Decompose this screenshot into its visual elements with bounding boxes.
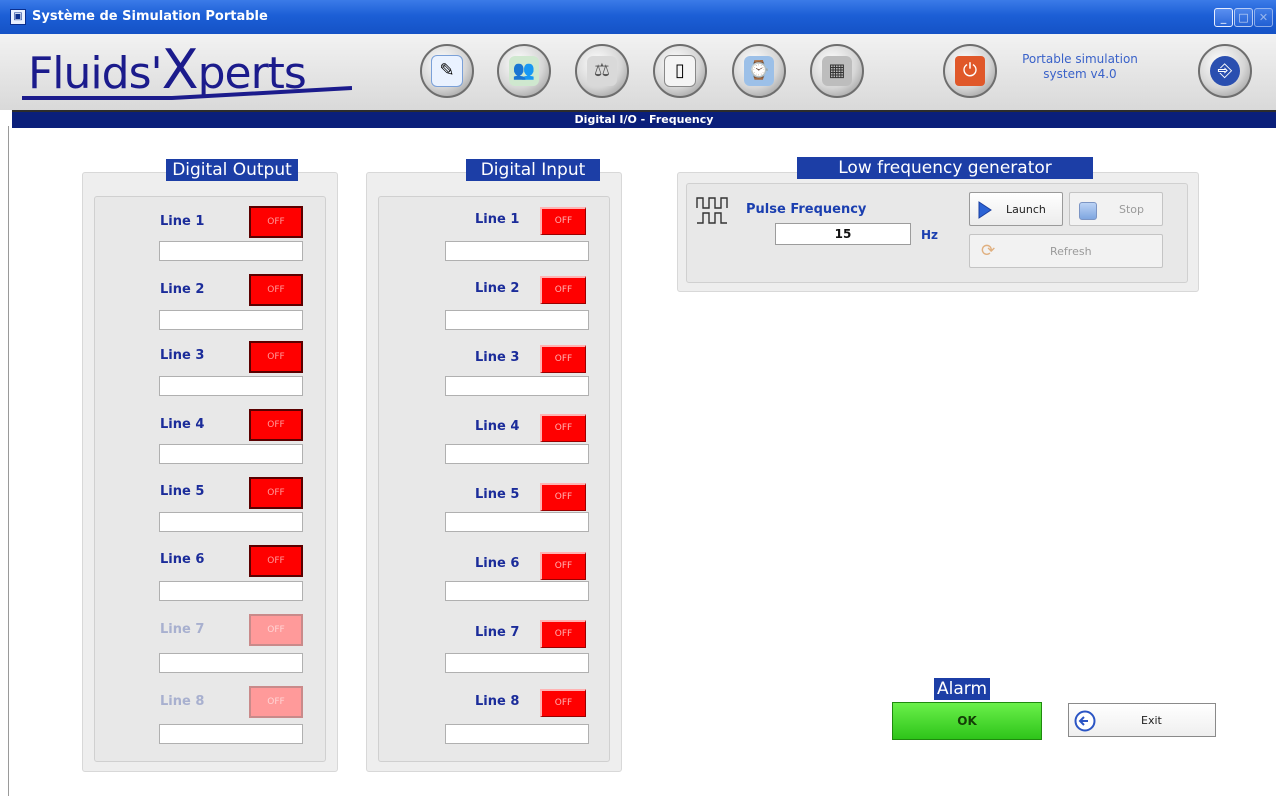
input-line-6-field (445, 581, 589, 601)
app-header: Fluids'Xperts ✎ 👥 ⚖ ▯ ⌚ ▦ ⏻ Portable sim… (0, 34, 1276, 110)
calculator-icon[interactable]: ▦ (810, 44, 864, 98)
pulse-frequency-label: Pulse Frequency (746, 202, 867, 217)
input-line-5-indicator: OFF (540, 483, 586, 511)
input-line-8-label: Line 8 (475, 694, 520, 709)
input-line-8-indicator: OFF (540, 689, 586, 717)
output-line-2-label: Line 2 (160, 282, 205, 297)
frequency-input[interactable]: 15 (775, 223, 911, 245)
output-line-5-field[interactable] (159, 512, 303, 532)
help-device-icon[interactable]: ⎆ (1198, 44, 1252, 98)
input-line-3-indicator: OFF (540, 345, 586, 373)
play-icon (978, 201, 992, 219)
refresh-button[interactable]: ⟳ Refresh (969, 234, 1163, 268)
pulse-wave-icon (696, 197, 728, 224)
left-divider (8, 126, 9, 796)
output-line-5-label: Line 5 (160, 484, 205, 499)
input-line-8-field (445, 724, 589, 744)
output-line-1-toggle[interactable]: OFF (249, 206, 303, 238)
output-line-3-toggle[interactable]: OFF (249, 341, 303, 373)
output-line-1-field[interactable] (159, 241, 303, 261)
input-line-4-field (445, 444, 589, 464)
minimize-button[interactable]: _ (1214, 8, 1233, 27)
logo-swoosh (22, 86, 352, 100)
input-line-2-indicator: OFF (540, 276, 586, 304)
input-line-3-label: Line 3 (475, 350, 520, 365)
back-arrow-icon (1074, 710, 1096, 732)
input-line-7-indicator: OFF (540, 620, 586, 648)
refresh-label: Refresh (1050, 245, 1092, 258)
switch-icon[interactable]: ▯ (653, 44, 707, 98)
exit-button[interactable]: Exit (1068, 703, 1216, 737)
input-line-4-indicator: OFF (540, 414, 586, 442)
digital-input-title: Digital Input (466, 159, 600, 181)
alarm-status: OK (892, 702, 1042, 740)
stop-label: Stop (1119, 203, 1145, 216)
output-line-4-field[interactable] (159, 444, 303, 464)
output-line-8-field (159, 724, 303, 744)
launch-label: Launch (1006, 203, 1046, 216)
alarm-title: Alarm (934, 678, 990, 700)
input-line-1-indicator: OFF (540, 207, 586, 235)
input-line-6-indicator: OFF (540, 552, 586, 580)
version-text: Portable simulation system v4.0 (1022, 52, 1138, 81)
output-line-8-toggle: OFF (249, 686, 303, 718)
input-line-1-field (445, 241, 589, 261)
input-line-7-field (445, 653, 589, 673)
close-button[interactable]: ✕ (1254, 8, 1273, 27)
scale-icon[interactable]: ⚖ (575, 44, 629, 98)
output-line-1-label: Line 1 (160, 214, 205, 229)
input-line-4-label: Line 4 (475, 419, 520, 434)
section-bar: Digital I/O - Frequency (12, 110, 1276, 128)
window-title-bar: ▣ Système de Simulation Portable _ □ ✕ (0, 0, 1276, 34)
input-line-5-field (445, 512, 589, 532)
output-line-7-toggle: OFF (249, 614, 303, 646)
output-line-6-label: Line 6 (160, 552, 205, 567)
output-line-6-field[interactable] (159, 581, 303, 601)
refresh-icon: ⟳ (981, 241, 996, 261)
output-line-7-field (159, 653, 303, 673)
app-icon: ▣ (10, 9, 26, 25)
section-title: Digital I/O - Frequency (574, 113, 714, 126)
input-line-6-label: Line 6 (475, 556, 520, 571)
gauge-panel-icon[interactable]: ⌚ (732, 44, 786, 98)
frequency-unit: Hz (921, 228, 939, 242)
window-title: Système de Simulation Portable (32, 9, 268, 24)
stop-icon (1079, 202, 1097, 220)
output-line-3-label: Line 3 (160, 348, 205, 363)
users-icon[interactable]: 👥 (497, 44, 551, 98)
exit-label: Exit (1141, 714, 1162, 727)
edit-icon[interactable]: ✎ (420, 44, 474, 98)
output-line-2-field[interactable] (159, 310, 303, 330)
output-line-2-toggle[interactable]: OFF (249, 274, 303, 306)
input-line-7-label: Line 7 (475, 625, 520, 640)
input-line-5-label: Line 5 (475, 487, 520, 502)
digital-output-title: Digital Output (166, 159, 298, 181)
output-line-8-label: Line 8 (160, 694, 205, 709)
output-line-4-toggle[interactable]: OFF (249, 409, 303, 441)
stop-button[interactable]: Stop (1069, 192, 1163, 226)
input-line-2-label: Line 2 (475, 281, 520, 296)
power-icon[interactable]: ⏻ (943, 44, 997, 98)
output-line-6-toggle[interactable]: OFF (249, 545, 303, 577)
output-line-5-toggle[interactable]: OFF (249, 477, 303, 509)
input-line-3-field (445, 376, 589, 396)
generator-title: Low frequency generator (797, 157, 1093, 179)
launch-button[interactable]: Launch (969, 192, 1063, 226)
input-line-2-field (445, 310, 589, 330)
output-line-3-field[interactable] (159, 376, 303, 396)
output-line-7-label: Line 7 (160, 622, 205, 637)
output-line-4-label: Line 4 (160, 417, 205, 432)
input-line-1-label: Line 1 (475, 212, 520, 227)
maximize-button[interactable]: □ (1234, 8, 1253, 27)
